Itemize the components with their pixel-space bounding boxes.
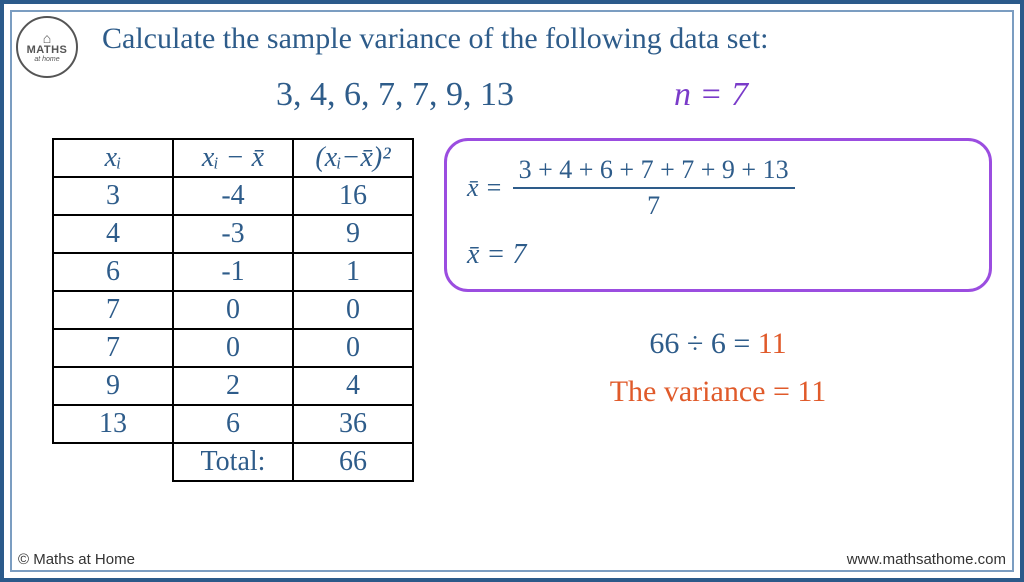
logo-text-1: MATHS <box>27 45 68 56</box>
outer-border: ⌂ MATHS at home Calculate the sample var… <box>0 0 1024 582</box>
table-row: 4-39 <box>53 215 413 253</box>
division-result: 11 <box>758 327 787 360</box>
right-column: x̄ = 3 + 4 + 6 + 7 + 7 + 9 + 13 7 x̄ = 7… <box>444 138 992 482</box>
mean-box: x̄ = 3 + 4 + 6 + 7 + 7 + 9 + 13 7 x̄ = 7 <box>444 138 992 292</box>
table-row: 700 <box>53 291 413 329</box>
mean-result: x̄ = 7 <box>467 239 969 271</box>
mean-equation: x̄ = 3 + 4 + 6 + 7 + 7 + 9 + 13 7 <box>467 155 969 221</box>
page-title: Calculate the sample variance of the fol… <box>102 22 992 56</box>
division-line: 66 ÷ 6 = 11 <box>444 320 992 368</box>
table-row: 6-11 <box>53 253 413 291</box>
total-label: Total: <box>173 443 293 481</box>
total-value: 66 <box>293 443 413 481</box>
table-row: 700 <box>53 329 413 367</box>
variance-table: xᵢ xᵢ − x̄ (xᵢ−x̄)² 3-416 4-39 6-11 700 … <box>52 138 414 482</box>
col-header-sq: (xᵢ−x̄)² <box>293 139 413 177</box>
table-total-row: Total: 66 <box>53 443 413 481</box>
table-row: 924 <box>53 367 413 405</box>
division-expr: 66 ÷ 6 = <box>649 327 757 360</box>
n-value: n = 7 <box>674 76 748 114</box>
footer-copyright: © Maths at Home <box>18 551 135 568</box>
table-row: 3-416 <box>53 177 413 215</box>
logo: ⌂ MATHS at home <box>16 16 78 78</box>
fraction: 3 + 4 + 6 + 7 + 7 + 9 + 13 7 <box>513 155 795 221</box>
mean-lhs: x̄ = <box>467 173 503 203</box>
data-row: 3, 4, 6, 7, 7, 9, 13 n = 7 <box>32 76 992 114</box>
logo-text-2: at home <box>34 56 59 63</box>
variance-statement: The variance = 11 <box>444 368 992 416</box>
main-content: xᵢ xᵢ − x̄ (xᵢ−x̄)² 3-416 4-39 6-11 700 … <box>32 138 992 482</box>
col-header-diff: xᵢ − x̄ <box>173 139 293 177</box>
data-set: 3, 4, 6, 7, 7, 9, 13 <box>276 76 514 114</box>
fraction-numerator: 3 + 4 + 6 + 7 + 7 + 9 + 13 <box>513 155 795 189</box>
footer-url: www.mathsathome.com <box>847 551 1006 568</box>
result-block: 66 ÷ 6 = 11 The variance = 11 <box>444 320 992 416</box>
col-header-xi: xᵢ <box>53 139 173 177</box>
logo-roof-icon: ⌂ <box>43 31 51 45</box>
fraction-denominator: 7 <box>647 189 660 221</box>
inner-border: ⌂ MATHS at home Calculate the sample var… <box>10 10 1014 572</box>
table-row: 13636 <box>53 405 413 443</box>
